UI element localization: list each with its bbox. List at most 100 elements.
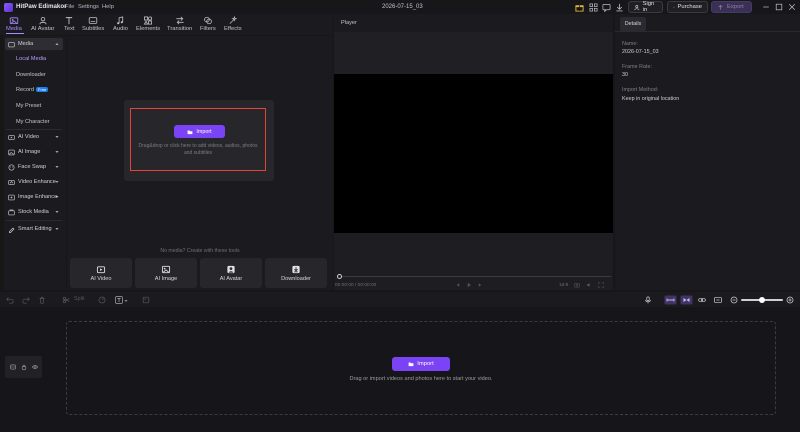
crop-icon[interactable] xyxy=(142,296,150,304)
sidebar-divider xyxy=(6,129,62,130)
sidebar-item-ai-image-label: AI Image xyxy=(18,149,41,155)
menu-help[interactable]: Help xyxy=(102,4,114,10)
tool-ai-avatar[interactable]: AI Avatar xyxy=(31,16,54,32)
prev-frame-icon[interactable] xyxy=(455,282,461,288)
close-icon[interactable] xyxy=(788,3,796,11)
sidebar-item-smart-editing[interactable]: Smart Editing xyxy=(5,223,63,235)
sidebar-item-video-enhance[interactable]: Video Enhance xyxy=(5,176,63,188)
sidebar-item-stock-media[interactable]: Stock Media xyxy=(5,206,63,218)
timeline-zoom-handle[interactable] xyxy=(759,297,765,303)
ai-image-icon xyxy=(8,149,15,155)
face-swap-icon xyxy=(8,164,15,170)
chevron-down-icon xyxy=(55,196,59,198)
create-downloader-label: Downloader xyxy=(281,275,311,282)
minimize-icon[interactable] xyxy=(762,3,770,11)
delete-icon[interactable] xyxy=(38,296,46,304)
next-frame-icon[interactable] xyxy=(477,282,483,288)
microphone-icon[interactable] xyxy=(644,296,652,304)
ai-avatar-icon xyxy=(39,16,47,25)
link-icon[interactable] xyxy=(698,296,706,304)
subtitles-icon xyxy=(88,17,98,24)
create-ai-avatar-card[interactable]: AI Avatar xyxy=(200,258,262,288)
snap-icon[interactable] xyxy=(680,295,693,305)
menu-settings[interactable]: Settings xyxy=(78,4,99,10)
grid-icon[interactable] xyxy=(589,3,598,12)
tool-media[interactable]: Media xyxy=(6,16,22,32)
tool-effects[interactable]: Effects xyxy=(224,16,242,32)
maximize-icon[interactable] xyxy=(775,3,783,11)
create-ai-video-card[interactable]: AI Video xyxy=(70,258,132,288)
sidebar-sub-downloader[interactable]: Downloader xyxy=(16,72,46,78)
track-link-icon[interactable] xyxy=(664,295,677,305)
speed-icon[interactable] xyxy=(98,296,106,304)
play-icon[interactable] xyxy=(466,282,472,288)
sidebar-sub-my-character[interactable]: My Character xyxy=(16,119,50,125)
aspect-ratio[interactable]: 16:9 xyxy=(559,283,568,288)
track-lock-icon[interactable] xyxy=(21,364,27,370)
sidebar-item-ai-video[interactable]: AI Video xyxy=(5,131,63,143)
chevron-down-icon xyxy=(55,211,59,213)
create-ai-image-card[interactable]: AI Image xyxy=(135,258,197,288)
text-tool-icon[interactable] xyxy=(115,296,123,304)
redo-icon[interactable] xyxy=(22,296,30,304)
menu-file[interactable]: File xyxy=(65,4,74,10)
sidebar-sub-record[interactable]: Record Free xyxy=(16,87,49,93)
snapshot-icon[interactable] xyxy=(574,282,580,288)
chevron-down-icon xyxy=(55,166,59,168)
sidebar-item-media-label: Media xyxy=(18,41,34,47)
media-folder-icon xyxy=(8,41,15,47)
tool-subtitles[interactable]: Subtitles xyxy=(82,16,104,32)
track-video-icon[interactable] xyxy=(10,364,16,370)
track-visibility-icon[interactable] xyxy=(32,364,38,370)
sidebar-item-ai-video-label: AI Video xyxy=(18,134,40,140)
gift-icon[interactable] xyxy=(575,3,584,12)
tool-text-label: Text xyxy=(64,26,75,32)
timeline-import-button[interactable]: Import xyxy=(392,357,450,371)
split-label[interactable]: Split xyxy=(74,296,85,302)
tool-text[interactable]: Text xyxy=(64,16,75,32)
tool-audio[interactable]: Audio xyxy=(113,16,128,32)
sidebar-item-image-enhance[interactable]: Image Enhance xyxy=(5,191,63,203)
player-progress-handle[interactable] xyxy=(337,274,342,279)
zoom-in-icon[interactable] xyxy=(786,296,794,304)
detail-import-method-value: Keep in original location xyxy=(622,96,680,102)
chevron-down-icon[interactable] xyxy=(124,299,128,303)
undo-icon[interactable] xyxy=(6,296,14,304)
purchase-button[interactable]: Purchase xyxy=(667,1,708,13)
create-ai-avatar-label: AI Avatar xyxy=(219,275,243,282)
import-media-button[interactable]: Import xyxy=(174,125,225,138)
feedback-icon[interactable] xyxy=(602,3,611,12)
detail-import-method-label: Import Method: xyxy=(622,87,659,93)
highlight-frame xyxy=(130,108,266,171)
volume-icon[interactable] xyxy=(586,282,592,288)
ai-video-icon xyxy=(96,265,106,273)
player-title: Player xyxy=(341,20,357,26)
sign-in-button[interactable]: Sign in xyxy=(628,1,663,13)
fullscreen-icon[interactable] xyxy=(598,282,604,288)
no-media-text: No media? Create with these tools xyxy=(160,248,240,254)
sidebar-divider xyxy=(6,220,62,221)
chevron-down-icon xyxy=(55,136,59,138)
folder-icon xyxy=(187,130,193,134)
sidebar-item-ai-image[interactable]: AI Image xyxy=(5,146,63,158)
sidebar-item-face-swap[interactable]: Face Swap xyxy=(5,161,63,173)
export-button[interactable]: Export xyxy=(711,1,752,13)
download-queue-icon[interactable] xyxy=(615,3,624,12)
sidebar-sub-local-media[interactable]: Local Media xyxy=(16,56,46,62)
fit-timeline-icon[interactable] xyxy=(714,296,722,304)
tool-transition[interactable]: Transition xyxy=(167,16,192,32)
player-preview[interactable] xyxy=(334,74,613,233)
tab-details[interactable]: Details xyxy=(620,17,646,31)
tool-elements[interactable]: Elements xyxy=(136,16,160,32)
sidebar-sub-my-preset[interactable]: My Preset xyxy=(16,103,41,109)
video-enhance-icon xyxy=(8,179,15,185)
tool-filters[interactable]: Filters xyxy=(200,16,216,32)
zoom-out-icon[interactable] xyxy=(730,296,738,304)
chevron-up-icon xyxy=(55,43,59,45)
sidebar-item-media[interactable]: Media xyxy=(5,38,63,50)
player-progress-bar[interactable] xyxy=(341,276,611,277)
folder-icon xyxy=(408,362,414,367)
tool-audio-label: Audio xyxy=(113,26,128,32)
split-icon[interactable] xyxy=(62,296,70,304)
create-downloader-card[interactable]: Downloader xyxy=(265,258,327,288)
